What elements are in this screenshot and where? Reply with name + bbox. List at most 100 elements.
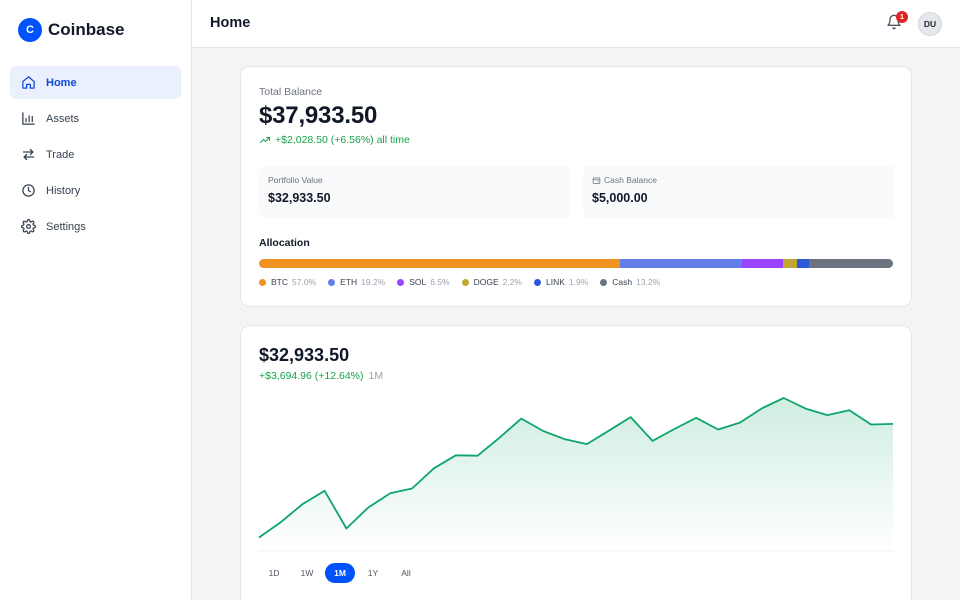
chart-point	[694, 416, 698, 420]
swap-arrows-icon	[22, 148, 35, 161]
allocation-segment-btc	[259, 259, 621, 268]
total-balance-label: Total Balance	[259, 86, 323, 98]
portfolio-chart-period: 1M	[368, 370, 384, 382]
range-button-all[interactable]: All	[391, 563, 421, 583]
total-balance-change-text: +$2,028.50 (+6.56%) all time	[275, 134, 410, 146]
chart-point	[585, 442, 589, 446]
sidebar-nav: Home Assets Trade History Settings	[0, 60, 191, 252]
brand[interactable]: C Coinbase	[0, 0, 191, 60]
sidebar-item-assets[interactable]: Assets	[10, 102, 181, 135]
chart-point	[476, 454, 480, 458]
legend-percent: 19.2%	[361, 277, 386, 287]
chart-point	[760, 406, 764, 410]
page-title: Home	[210, 15, 251, 31]
chart-point	[454, 453, 458, 457]
sidebar-item-trade[interactable]: Trade	[10, 138, 181, 171]
time-range-selector: 1D 1W 1M 1Y All	[259, 563, 424, 583]
chart-point	[279, 520, 283, 524]
cash-balance-label-row: Cash Balance	[592, 175, 657, 185]
total-balance-change: +$2,028.50 (+6.56%) all time	[259, 134, 410, 146]
range-button-1y[interactable]: 1Y	[358, 563, 388, 583]
wallet-icon	[592, 177, 601, 184]
portfolio-chart-change: +$3,694.96 (+12.64%)	[259, 370, 364, 382]
legend-name: LINK	[546, 277, 565, 287]
allocation-segment-eth	[620, 259, 743, 268]
sidebar-item-label: History	[46, 184, 81, 197]
notification-badge: 1	[896, 11, 908, 23]
legend-name: Cash	[612, 277, 633, 287]
legend-dot	[397, 278, 405, 286]
chart-point	[891, 422, 895, 426]
legend-item-btc: BTC 57.0%	[259, 277, 316, 287]
avatar[interactable]: DU	[918, 12, 942, 36]
portfolio-value-label: Portfolio Value	[268, 175, 323, 185]
legend-percent: 2.2%	[502, 277, 523, 287]
allocation-segment-doge	[783, 259, 798, 268]
legend-item-cash: Cash 13.2%	[600, 277, 660, 287]
bar-chart-icon	[22, 112, 35, 125]
chart-point	[432, 466, 436, 470]
clock-icon	[22, 184, 35, 197]
sidebar-item-home[interactable]: Home	[10, 66, 181, 99]
gear-icon	[21, 219, 36, 234]
allocation-segment-cash	[809, 259, 893, 268]
chart-point	[804, 407, 808, 411]
chart-point	[301, 502, 305, 506]
balance-card: Total Balance $37,933.50 +$2,028.50 (+6.…	[240, 66, 912, 307]
chart-point	[410, 486, 414, 490]
legend-dot	[259, 278, 266, 286]
allocation-segment-sol	[742, 259, 784, 268]
legend-item-doge: DOGE 2.2%	[461, 277, 523, 287]
allocation-bar	[259, 259, 893, 268]
legend-dot	[534, 278, 542, 286]
chart-point	[651, 439, 655, 443]
legend-name: SOL	[409, 277, 427, 287]
coinbase-logo-icon: C	[18, 18, 42, 42]
cash-balance-amount: $5,000.00	[592, 191, 648, 205]
chart-point	[847, 408, 851, 412]
chart-point	[541, 429, 545, 433]
brand-name: Coinbase	[48, 20, 125, 39]
top-bar: Home 1 DU	[192, 0, 960, 48]
portfolio-value-amount: $32,933.50	[268, 191, 331, 205]
chart-point	[607, 429, 611, 433]
chart-point	[388, 491, 392, 495]
range-button-1m[interactable]: 1M	[325, 563, 355, 583]
legend-percent: 57.0%	[292, 277, 317, 287]
chart-point	[738, 421, 742, 425]
notifications-button[interactable]: 1	[886, 11, 908, 34]
legend-item-sol: SOL 6.5%	[397, 277, 450, 287]
legend-percent: 6.5%	[430, 277, 450, 287]
sidebar-item-label: Settings	[46, 220, 86, 233]
portfolio-chart-change-row: +$3,694.96 (+12.64%) 1M	[259, 370, 383, 382]
legend-item-link: LINK 1.9%	[534, 277, 588, 287]
chart-point	[629, 415, 633, 419]
legend-name: ETH	[340, 277, 358, 287]
sidebar-item-label: Assets	[46, 112, 80, 125]
sidebar-item-label: Trade	[46, 148, 75, 161]
home-icon	[22, 76, 35, 89]
legend-name: DOGE	[473, 277, 499, 287]
chart-area-fill	[259, 398, 893, 551]
chart-point	[563, 437, 567, 441]
sidebar-item-settings[interactable]: Settings	[10, 210, 181, 243]
range-button-1d[interactable]: 1D	[259, 563, 289, 583]
legend-name: BTC	[271, 277, 288, 287]
legend-percent: 1.9%	[568, 277, 589, 287]
chart-point	[344, 526, 348, 530]
allocation-segment-link	[797, 259, 810, 268]
sidebar-item-label: Home	[46, 76, 77, 89]
allocation-legend: BTC 57.0% ETH 19.2% SOL 6.5% DOGE 2.2% LINK 1.9% C…	[259, 277, 672, 287]
sidebar-item-history[interactable]: History	[10, 174, 181, 207]
range-button-1w[interactable]: 1W	[292, 563, 322, 583]
chart-point	[497, 436, 501, 440]
chart-point	[869, 423, 873, 427]
trending-up-icon	[260, 137, 270, 143]
chart-point	[672, 427, 676, 431]
cash-balance-label: Cash Balance	[604, 175, 657, 185]
sidebar: C Coinbase Home Assets Trade History Set…	[0, 0, 192, 600]
portfolio-value-box: Portfolio Value $32,933.50	[259, 166, 571, 218]
chart-point	[825, 413, 829, 417]
portfolio-chart-card: $32,933.50 +$3,694.96 (+12.64%) 1M 1D 1W 1M…	[240, 325, 912, 600]
chart-point	[257, 535, 261, 539]
